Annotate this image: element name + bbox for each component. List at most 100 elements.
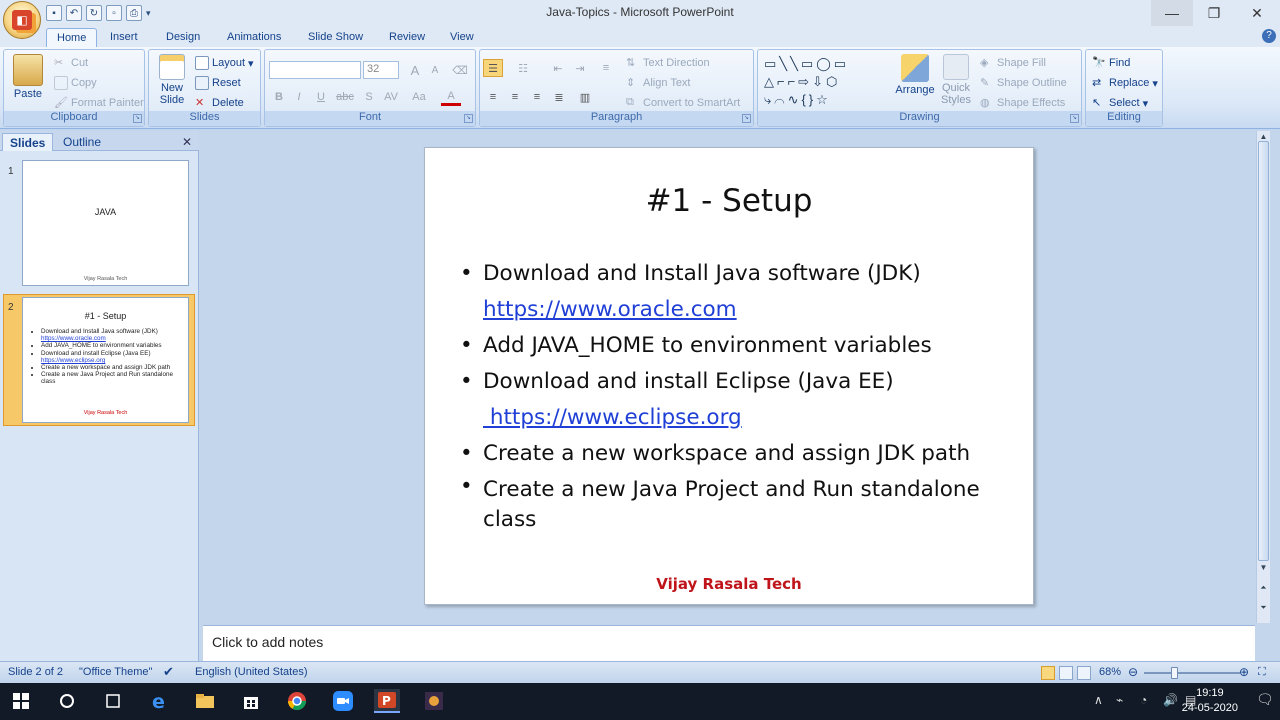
clipboard-launcher-icon[interactable]: ↘ — [133, 114, 142, 123]
new-slide-button[interactable]: New Slide — [155, 54, 189, 106]
theme-name[interactable]: "Office Theme" — [79, 666, 152, 678]
shape-outline-button[interactable]: ✎ Shape Outline — [980, 74, 1067, 92]
replace-button[interactable]: ⇄ Replace ▾ — [1092, 74, 1158, 92]
notifications-icon[interactable]: 🗨 — [1256, 691, 1274, 708]
tab-animations[interactable]: Animations — [217, 28, 291, 47]
fit-to-window-icon[interactable]: ⛶ — [1258, 666, 1266, 679]
tab-review[interactable]: Review — [379, 28, 435, 47]
zoom-slider[interactable] — [1144, 672, 1240, 674]
tab-design[interactable]: Design — [156, 28, 210, 47]
italic-button[interactable]: I — [289, 88, 309, 106]
close-pane-icon[interactable]: ✕ — [182, 135, 192, 149]
tab-slide-show[interactable]: Slide Show — [298, 28, 373, 47]
copy-button[interactable]: Copy — [54, 74, 97, 92]
bold-button[interactable]: B — [269, 88, 289, 106]
shrink-font-button[interactable]: A — [425, 61, 445, 79]
close-button[interactable]: ✕ — [1236, 0, 1278, 26]
file-explorer-icon[interactable] — [192, 689, 218, 713]
font-launcher-icon[interactable]: ↘ — [464, 114, 473, 123]
volume-icon[interactable]: 🔊 — [1163, 693, 1178, 707]
align-center-button[interactable]: ≡ — [505, 88, 525, 106]
slide-thumbnail-1[interactable]: JAVA Vijay Rasala Tech — [22, 160, 189, 286]
paragraph-launcher-icon[interactable]: ↘ — [742, 114, 751, 123]
slide-sorter-icon[interactable] — [1059, 666, 1073, 680]
character-spacing-button[interactable]: AV — [381, 88, 401, 106]
zoom-in-icon[interactable]: ⊕ — [1239, 665, 1249, 679]
hyperlink[interactable]: https://www.oracle.com — [483, 292, 1013, 328]
hyperlink[interactable]: https://www.eclipse.org — [483, 400, 1013, 436]
font-name-combo[interactable] — [269, 61, 361, 79]
slide-title[interactable]: #1 - Setup — [425, 183, 1033, 219]
tab-view[interactable]: View — [440, 28, 484, 47]
reset-button[interactable]: Reset — [195, 74, 241, 92]
strikethrough-button[interactable]: abc — [335, 88, 355, 106]
convert-smartart-button[interactable]: ⧉ Convert to SmartArt — [626, 94, 740, 112]
zoom-level[interactable]: 68% — [1099, 666, 1121, 678]
numbering-button[interactable]: ☷ — [513, 59, 533, 77]
zoom-app-icon[interactable] — [330, 689, 356, 713]
scroll-thumb[interactable] — [1258, 141, 1269, 561]
tab-slides[interactable]: Slides — [2, 133, 54, 151]
increase-indent-button[interactable]: ⇥ — [570, 59, 590, 77]
align-left-button[interactable]: ≡ — [483, 88, 503, 106]
scroll-down-icon[interactable]: ▼ — [1258, 563, 1269, 572]
next-slide-icon[interactable]: ⏷ — [1258, 603, 1269, 613]
line-spacing-button[interactable]: ≡ — [596, 59, 616, 77]
align-right-button[interactable]: ≡ — [527, 88, 547, 106]
shape-effects-button[interactable]: ◍ Shape Effects — [980, 94, 1065, 112]
minimize-button[interactable]: — — [1151, 0, 1193, 26]
drawing-launcher-icon[interactable]: ↘ — [1070, 114, 1079, 123]
clear-format-icon[interactable]: ⌫ — [450, 61, 470, 79]
slide-thumbnail-2[interactable]: #1 - Setup Download and Install Java sof… — [22, 297, 189, 423]
slide-body[interactable]: Download and Install Java software (JDK)… — [460, 256, 1013, 535]
current-slide[interactable]: #1 - Setup Download and Install Java sof… — [424, 147, 1034, 605]
spellcheck-icon[interactable]: ✔ — [163, 664, 174, 680]
tab-home[interactable]: Home — [46, 28, 98, 47]
grow-font-button[interactable]: A — [405, 61, 425, 79]
tab-insert[interactable]: Insert — [100, 28, 148, 47]
powerpoint-taskbar-icon[interactable]: P — [374, 689, 400, 713]
select-button[interactable]: ↖ Select ▾ — [1092, 94, 1148, 112]
layout-button[interactable]: Layout ▾ — [195, 54, 254, 72]
slideshow-view-icon[interactable] — [1077, 666, 1091, 680]
task-view-icon[interactable] — [100, 689, 126, 713]
tab-outline[interactable]: Outline — [56, 133, 108, 151]
wifi-icon[interactable]: ◔ — [1140, 693, 1147, 707]
language-status[interactable]: English (United States) — [195, 666, 308, 678]
font-color-button[interactable]: A — [441, 88, 461, 106]
font-size-combo[interactable]: 32 — [363, 61, 399, 79]
windows-start-icon[interactable] — [8, 689, 34, 713]
scroll-up-icon[interactable]: ▲ — [1258, 132, 1269, 141]
paste-button[interactable]: Paste — [10, 54, 46, 100]
cut-button[interactable]: ✂ Cut — [54, 54, 88, 72]
quick-styles-button[interactable]: Quick Styles — [938, 54, 974, 106]
justify-button[interactable]: ≣ — [549, 88, 569, 106]
text-direction-button[interactable]: ⇅ Text Direction — [626, 54, 710, 72]
notes-placeholder[interactable]: Click to add notes — [212, 634, 323, 650]
underline-button[interactable]: U — [311, 88, 331, 106]
change-case-button[interactable]: Aa — [409, 88, 429, 106]
find-button[interactable]: 🔭 Find — [1092, 54, 1130, 72]
decrease-indent-button[interactable]: ⇤ — [548, 59, 568, 77]
zoom-out-icon[interactable]: ⊖ — [1128, 665, 1138, 679]
normal-view-icon[interactable] — [1041, 666, 1055, 680]
arrange-button[interactable]: Arrange — [895, 54, 935, 96]
chrome-icon[interactable] — [284, 689, 310, 713]
help-icon[interactable]: ? — [1262, 29, 1276, 43]
shadow-button[interactable]: S — [359, 88, 379, 106]
restore-button[interactable]: ❐ — [1193, 0, 1235, 26]
previous-slide-icon[interactable]: ⏶ — [1258, 583, 1269, 593]
notes-pane[interactable]: Click to add notes — [203, 625, 1255, 661]
office-button[interactable]: ◧ — [3, 1, 41, 39]
java-app-icon[interactable] — [421, 689, 447, 713]
format-painter-button[interactable]: 🖌 Format Painter — [54, 94, 144, 112]
edge-browser-icon[interactable]: e — [147, 689, 173, 713]
zoom-slider-knob[interactable] — [1171, 667, 1178, 679]
shape-fill-button[interactable]: ◈ Shape Fill — [980, 54, 1046, 72]
tray-expand-icon[interactable]: ∧ — [1094, 693, 1103, 707]
delete-slide-button[interactable]: ✕ Delete — [195, 94, 244, 112]
vertical-scrollbar[interactable]: ▲ ▼ ⏶ ⏷ — [1256, 131, 1270, 623]
search-circle-icon[interactable] — [54, 689, 80, 713]
columns-button[interactable]: ▥ — [575, 88, 595, 106]
shapes-gallery[interactable]: ▭╲╲▭◯▭ △⌐⌐⇨⇩⬡ ⤷⌒∿{}☆ — [764, 55, 882, 110]
